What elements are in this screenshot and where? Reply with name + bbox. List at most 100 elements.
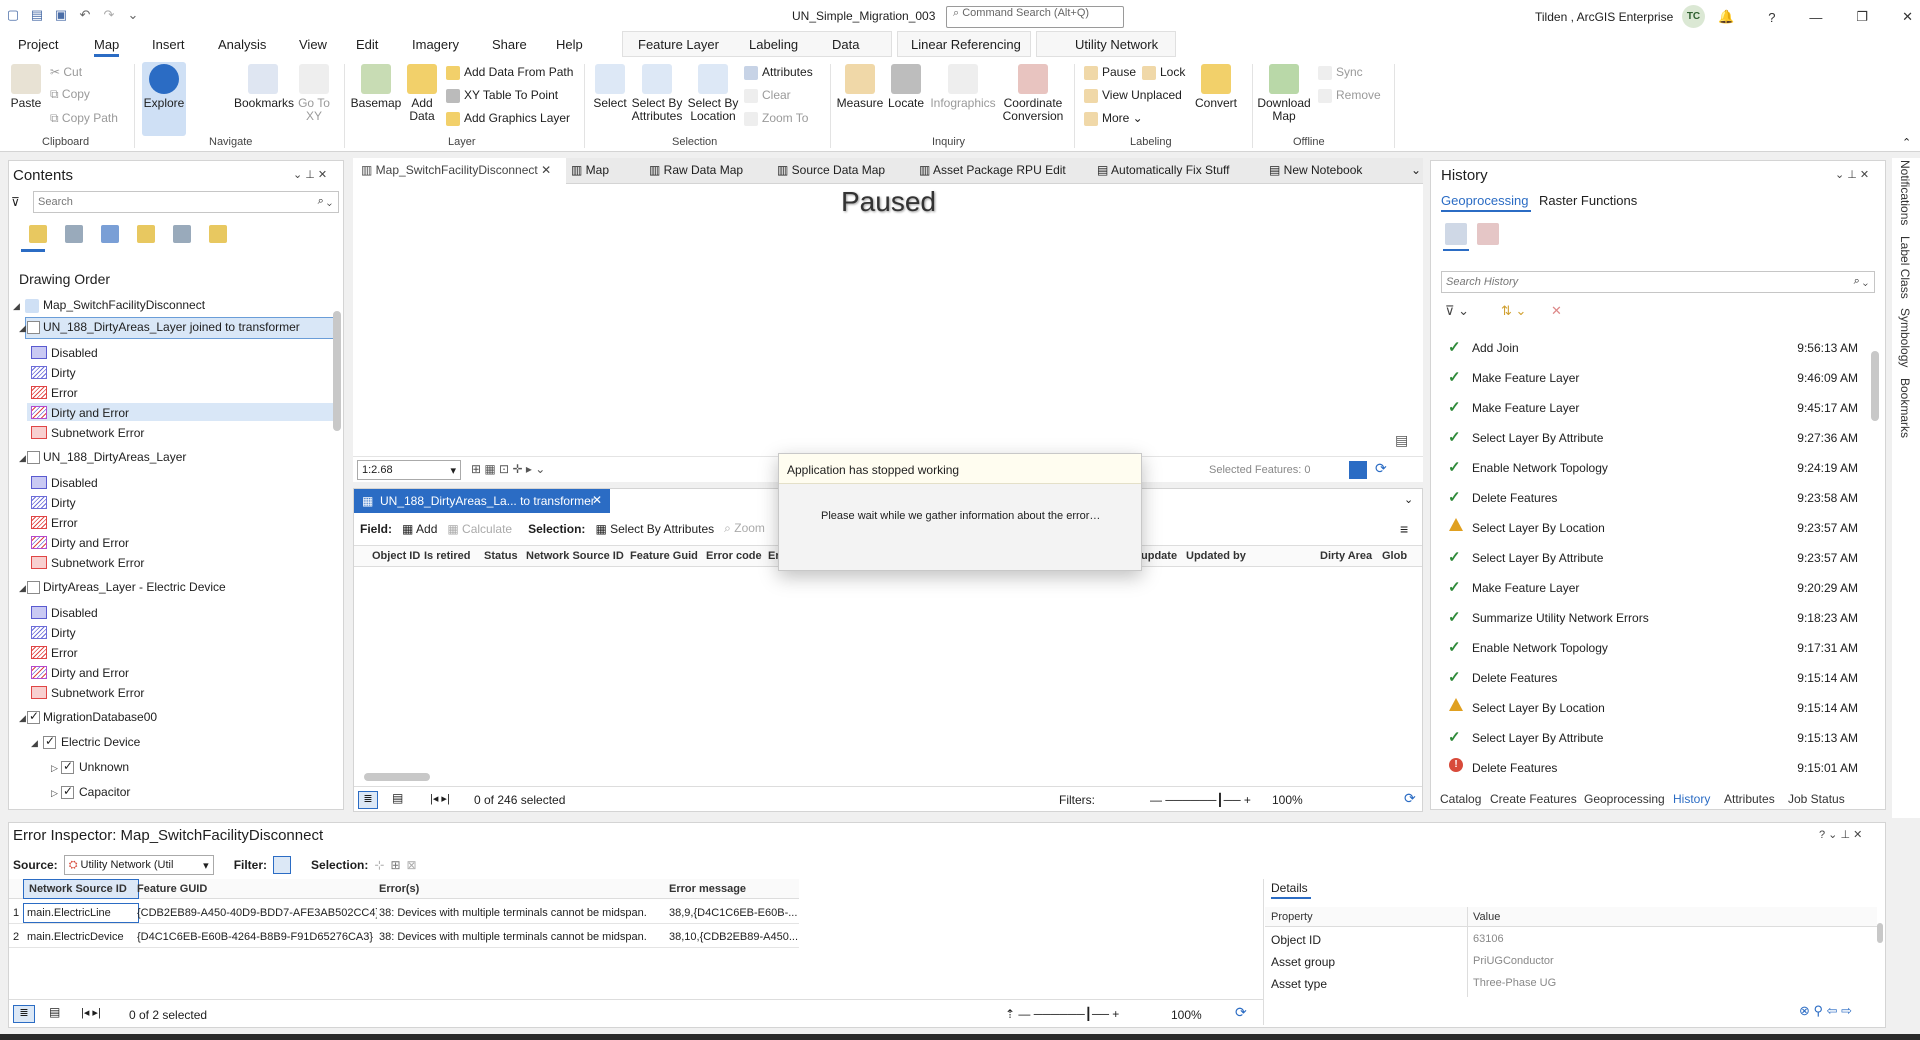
tab-create-features[interactable]: Create Features <box>1490 792 1577 806</box>
layer-visibility-checkbox[interactable] <box>61 759 74 774</box>
minimize-icon[interactable]: — <box>1809 10 1822 25</box>
history-item[interactable]: ✓ Add Join 9:56:13 AM <box>1448 333 1858 363</box>
refresh-icon[interactable]: ⟳ <box>1375 460 1387 477</box>
pane-options-icon[interactable]: ? ⌄ ⊥ ✕ <box>1819 828 1862 841</box>
select-button[interactable]: Select <box>590 64 630 110</box>
first-record-icon[interactable]: |◂ ▸| <box>81 1006 101 1019</box>
editing-view-icon[interactable] <box>137 225 155 243</box>
tab-imagery[interactable]: Imagery <box>412 37 459 52</box>
select-by-attributes-button[interactable]: ▦ Select By Attributes <box>595 522 714 536</box>
calculate-field-button[interactable]: ▦ Calculate <box>447 522 512 536</box>
tab-symbology[interactable]: Symbology <box>1898 308 1912 367</box>
snapping-view-icon[interactable] <box>173 225 191 243</box>
tab-raw-data-map[interactable]: ▥ Raw Data Map <box>649 163 743 177</box>
layer-dirtyareas-electric-device[interactable]: DirtyAreas_Layer - Electric Device <box>43 580 226 594</box>
group-electric-device[interactable]: Electric Device <box>61 735 140 749</box>
history-sort-icon[interactable]: ⇅ ⌄ <box>1501 303 1526 319</box>
zoom-to-selection-button[interactable]: Zoom To <box>744 112 808 126</box>
history-item[interactable]: ✓ Delete Features 9:23:58 AM <box>1448 483 1858 513</box>
tab-bookmarks[interactable]: Bookmarks <box>1898 378 1912 438</box>
collapse-icon[interactable]: ◢ <box>19 323 26 334</box>
show-all-errors-icon[interactable]: ≣ <box>13 1005 35 1023</box>
map-view[interactable]: Paused ▤ <box>353 184 1423 482</box>
error-zoom-value[interactable]: 100% <box>1171 1008 1202 1022</box>
measure-button[interactable]: Measure <box>836 64 884 110</box>
first-record-icon[interactable]: |◂ ▸| <box>430 792 450 805</box>
sublayer-unknown[interactable]: Unknown <box>79 760 129 774</box>
layer-visibility-checkbox[interactable] <box>27 321 40 334</box>
sublayer-capacitor[interactable]: Capacitor <box>79 785 130 799</box>
tab-label-class[interactable]: Label Class <box>1898 236 1912 299</box>
history-item[interactable]: ✓ Summarize Utility Network Errors 9:18:23… <box>1448 603 1858 633</box>
open-project-icon[interactable]: ▤ <box>30 8 44 22</box>
explore-button[interactable]: Explore <box>142 62 186 136</box>
xy-table-button[interactable]: XY Table To Point <box>446 89 558 103</box>
filter-icon[interactable]: ⊽ <box>11 195 20 209</box>
history-scrollbar[interactable] <box>1871 351 1879 421</box>
select-by-location-button[interactable]: Select By Location <box>686 64 740 123</box>
scale-combobox[interactable]: 1:2.68 ▾ <box>357 460 461 480</box>
history-item[interactable]: ✓ Select Layer By Attribute 9:27:36 AM <box>1448 423 1858 453</box>
column-header[interactable]: Object ID <box>372 550 420 562</box>
tab-edit[interactable]: Edit <box>356 37 378 52</box>
drawing-order-icon[interactable] <box>29 225 47 243</box>
error-cell-source[interactable]: main.ElectricLine <box>27 907 111 919</box>
map-tools-icons[interactable]: ⊞ ▦ ⊡ ✛ ▸ ⌄ <box>471 462 545 476</box>
add-data-from-path-button[interactable]: Add Data From Path <box>446 66 573 80</box>
remove-offline-button[interactable]: Remove <box>1318 89 1381 103</box>
column-header[interactable]: update <box>1141 550 1177 562</box>
more-labeling-button[interactable]: More ⌄ <box>1084 112 1143 126</box>
save-project-icon[interactable]: ▣ <box>54 8 68 22</box>
tab-project[interactable]: Project <box>18 37 58 52</box>
locate-button[interactable]: Locate <box>886 64 926 110</box>
source-dropdown[interactable]: ⛭ Utility Network (Util ▾ <box>63 855 214 875</box>
collapse-icon[interactable]: ◢ <box>19 583 26 594</box>
convert-button[interactable]: Convert <box>1192 64 1240 110</box>
labeling-view-icon[interactable] <box>209 225 227 243</box>
column-header[interactable]: Is retired <box>424 550 470 562</box>
tab-map-switchfacility[interactable]: ▥ Map_SwitchFacilityDisconnect ✕ <box>361 163 551 177</box>
pause-drawing-icon[interactable] <box>1349 461 1367 479</box>
zoom-slider[interactable]: — ──────┃── + <box>1150 793 1251 807</box>
undo-icon[interactable]: ↶ <box>78 8 92 22</box>
sync-button[interactable]: Sync <box>1318 66 1363 80</box>
table-tab[interactable]: ▦ UN_188_DirtyAreas_La... to transformer… <box>354 489 610 513</box>
layer-dirtyareas-joined[interactable]: UN_188_DirtyAreas_Layer joined to transf… <box>43 320 300 334</box>
table-menu-icon[interactable]: ≡ <box>1400 521 1408 537</box>
contents-scrollbar[interactable] <box>333 311 341 431</box>
expand-icon[interactable]: ▷ <box>51 788 58 799</box>
column-header[interactable]: Error(s) <box>379 883 419 895</box>
pane-options-icon[interactable]: ⌄ ⊥ ✕ <box>293 168 327 181</box>
help-icon[interactable]: ? <box>1768 10 1775 25</box>
tab-linear-referencing[interactable]: Linear Referencing <box>911 37 1021 52</box>
layer-visibility-checkbox[interactable] <box>27 581 40 594</box>
error-cell-message[interactable]: 38,9,{D4C1C6EB-E60B-... <box>669 907 799 919</box>
calendar-icon[interactable] <box>1477 223 1499 245</box>
view-unplaced-button[interactable]: View Unplaced <box>1084 89 1182 103</box>
history-item[interactable]: Select Layer By Location 9:23:57 AM <box>1448 513 1858 543</box>
tab-labeling[interactable]: Labeling <box>749 37 798 52</box>
expand-icon[interactable]: ▷ <box>51 763 58 774</box>
column-header[interactable]: Network Source ID <box>526 550 624 562</box>
table-horizontal-scrollbar[interactable] <box>364 773 430 781</box>
tab-map[interactable]: ▥ Map <box>571 163 609 177</box>
tab-analysis[interactable]: Analysis <box>218 37 266 52</box>
tab-attributes[interactable]: Attributes <box>1724 792 1775 806</box>
download-map-button[interactable]: Download Map <box>1256 64 1312 123</box>
history-item[interactable]: ✓ Delete Features 9:15:14 AM <box>1448 663 1858 693</box>
details-tab[interactable]: Details <box>1271 881 1308 895</box>
tab-asset-package[interactable]: ▥ Asset Package RPU Edit <box>919 163 1066 177</box>
clear-selection-button[interactable]: Clear <box>744 89 791 103</box>
collapse-icon[interactable]: ◢ <box>19 453 26 464</box>
history-icon[interactable] <box>1445 223 1467 245</box>
column-header[interactable]: Feature GUID <box>137 883 207 895</box>
basemap-button[interactable]: Basemap <box>350 64 402 110</box>
history-item[interactable]: ! Delete Features 9:15:01 AM <box>1448 753 1858 783</box>
tab-view[interactable]: View <box>299 37 327 52</box>
map-notes-icon[interactable]: ▤ <box>1395 432 1408 449</box>
history-item[interactable]: ✓ Select Layer By Attribute 9:15:13 AM <box>1448 723 1858 753</box>
tab-catalog[interactable]: Catalog <box>1440 792 1481 806</box>
history-item[interactable]: ✓ Enable Network Topology 9:24:19 AM <box>1448 453 1858 483</box>
details-scrollbar[interactable] <box>1877 923 1883 943</box>
selection-view-icon[interactable] <box>101 225 119 243</box>
